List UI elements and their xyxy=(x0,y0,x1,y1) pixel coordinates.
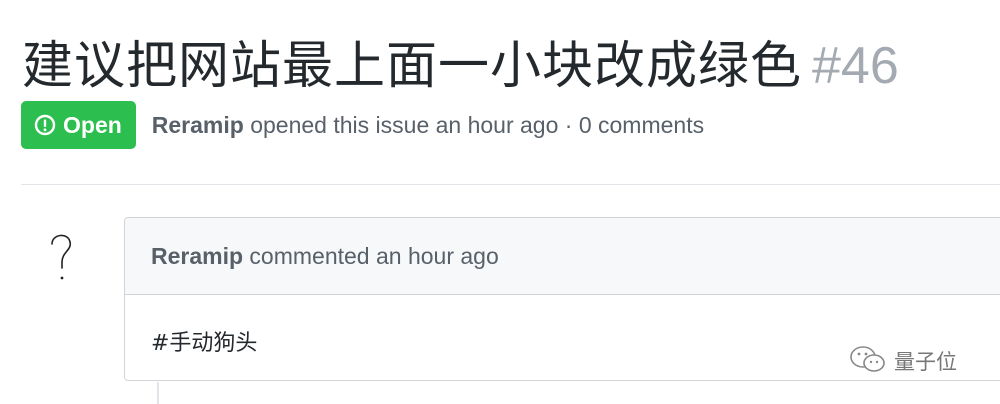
wechat-icon xyxy=(848,344,888,378)
avatar[interactable] xyxy=(38,226,88,286)
issue-number: #46 xyxy=(812,37,899,95)
issue-meta-row: Open Reramip opened this issue an hour a… xyxy=(21,101,704,149)
status-label: Open xyxy=(63,111,122,138)
timeline-line xyxy=(157,382,159,404)
watermark: 量子位 xyxy=(848,344,957,378)
divider xyxy=(21,184,1000,185)
comment-header-text: Reramip commented an hour ago xyxy=(151,243,499,270)
comment-author-link[interactable]: Reramip xyxy=(151,243,243,269)
issue-title: 建议把网站最上面一小块改成绿色 xyxy=(22,37,803,96)
comment-timestamp: commented an hour ago xyxy=(243,242,499,269)
issue-meta-text: opened this issue an hour ago · 0 commen… xyxy=(243,111,705,138)
watermark-text: 量子位 xyxy=(894,350,957,374)
status-badge: Open xyxy=(21,101,136,149)
comment-header: Reramip commented an hour ago xyxy=(125,218,1000,295)
alert-circle-icon xyxy=(34,114,56,136)
issue-author-link[interactable]: Reramip xyxy=(152,112,244,138)
issue-title-row: 建议把网站最上面一小块改成绿色 #46 xyxy=(22,24,899,98)
issue-meta: Reramip opened this issue an hour ago · … xyxy=(152,112,704,139)
